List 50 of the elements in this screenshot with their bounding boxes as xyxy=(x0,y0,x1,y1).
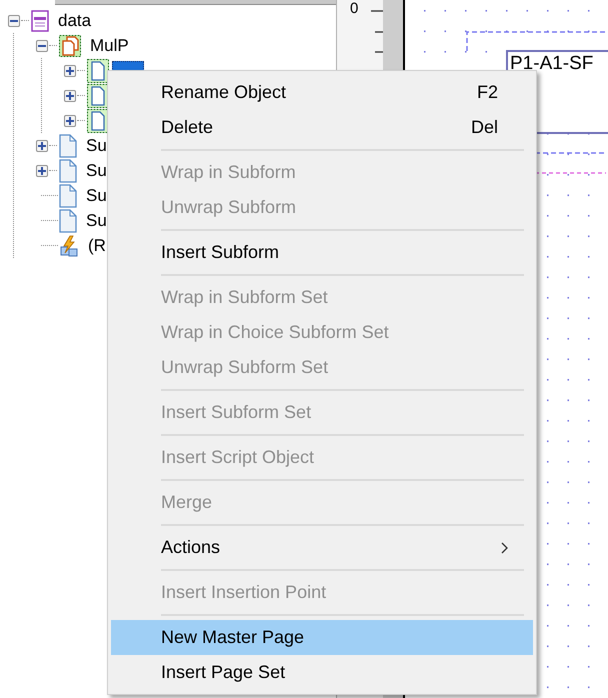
page-icon xyxy=(59,158,77,182)
page-icon xyxy=(59,134,77,158)
menu-item-label: Actions xyxy=(161,536,222,559)
tree-item-label[interactable]: Su xyxy=(85,210,108,232)
page-icon xyxy=(59,208,77,232)
expand-toggle[interactable] xyxy=(64,64,76,76)
collapse-toggle[interactable] xyxy=(8,14,20,26)
menu-item-label: Insert Script Object xyxy=(161,446,316,469)
expand-toggle[interactable] xyxy=(36,164,48,176)
tree-item-label[interactable]: MulP xyxy=(89,34,130,56)
menu-item-label: Insert Subform xyxy=(161,241,280,264)
menu-item[interactable]: New Master Page xyxy=(111,620,533,655)
menu-item-label: Unwrap Subform Set xyxy=(161,356,330,379)
menu-item-label: Merge xyxy=(161,491,214,514)
menu-item-label: Insert Subform Set xyxy=(161,401,312,424)
shortcut-label: Del xyxy=(470,116,498,139)
tree-item-label[interactable]: data xyxy=(57,10,92,32)
ruler-label: 0 xyxy=(350,0,358,18)
tree-item-label[interactable]: Su xyxy=(85,134,108,156)
chevron-right-icon xyxy=(501,542,508,554)
menu-item-label: Delete xyxy=(161,116,214,139)
expand-toggle[interactable] xyxy=(64,90,76,102)
ruler-ticks xyxy=(371,10,383,55)
expand-toggle[interactable] xyxy=(36,140,48,152)
guide-line xyxy=(535,152,606,154)
page-icon xyxy=(87,108,109,132)
menu-item-label: Insert Insertion Point xyxy=(161,581,328,604)
page-icon xyxy=(87,58,109,82)
menu-item-label: Wrap in Subform Set xyxy=(161,286,329,309)
document-icon xyxy=(31,10,49,32)
menu-item[interactable]: Insert Subform xyxy=(111,235,533,270)
shortcut-label: F2 xyxy=(476,81,498,104)
menu-item[interactable]: Insert Page Set xyxy=(111,655,533,690)
menu-item-label: Wrap in Subform xyxy=(161,161,297,184)
pages-icon xyxy=(59,34,81,56)
guide-line xyxy=(535,172,606,174)
menu-item-label: Wrap in Choice Subform Set xyxy=(161,321,390,344)
page-icon xyxy=(59,184,77,208)
collapse-toggle[interactable] xyxy=(36,40,48,52)
expand-toggle[interactable] xyxy=(64,114,76,126)
menu-item-label: New Master Page xyxy=(161,626,306,649)
menu-item-label: Insert Page Set xyxy=(161,661,286,684)
menu-item[interactable]: Actions xyxy=(111,530,533,565)
tree-item-label[interactable]: (R xyxy=(87,234,107,256)
lightning-icon xyxy=(59,234,79,256)
tree-item-label[interactable]: Su xyxy=(85,160,108,182)
tree-item-label[interactable]: Su xyxy=(85,184,108,206)
page-icon xyxy=(87,84,109,108)
menu-item-label: Unwrap Subform xyxy=(161,196,298,219)
menu-item-label: Rename Object xyxy=(161,81,288,104)
